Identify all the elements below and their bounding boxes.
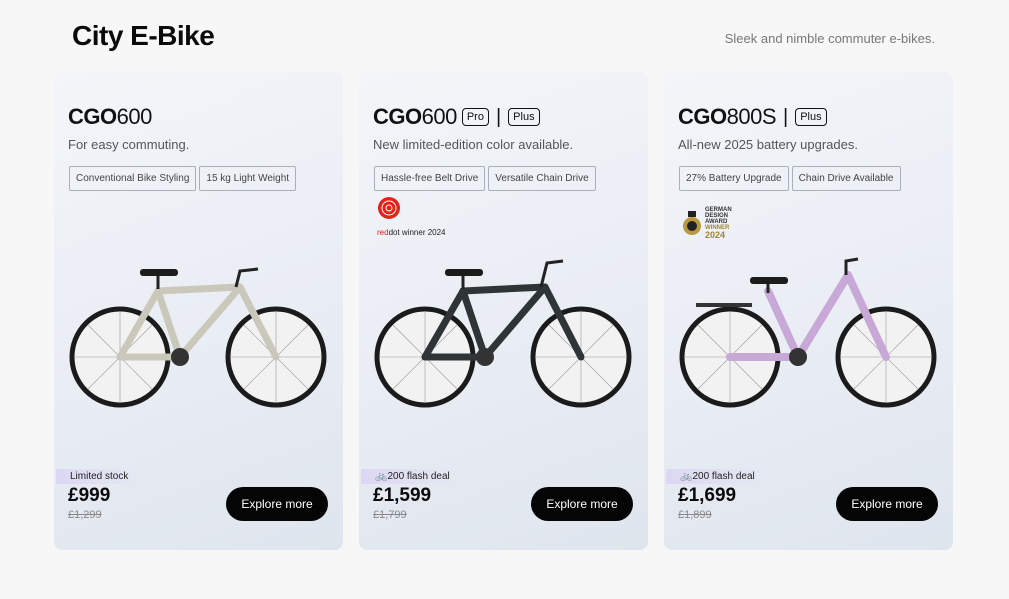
model-number: 800S xyxy=(726,104,777,129)
variant-badge-plus: Plus xyxy=(508,108,540,126)
variant-badge-pro: Pro xyxy=(461,108,489,126)
variant-separator: | xyxy=(783,106,789,128)
product-card-cgo800s-plus[interactable]: CGO 800S | Plus All-new 2025 battery upgr… xyxy=(664,72,953,550)
award-label-red: red xyxy=(377,228,389,237)
promo-badge: Limited stock xyxy=(56,469,141,484)
red-dot-award: reddot winner 2024 xyxy=(377,196,446,237)
model-series: CGO xyxy=(678,104,727,129)
explore-more-button[interactable]: Explore more xyxy=(836,487,938,521)
bike-image[interactable] xyxy=(68,257,330,417)
feature-chips: 27% Battery Upgrade Chain Drive Availabl… xyxy=(679,166,901,191)
red-dot-award-icon xyxy=(378,197,400,219)
model-series: CGO xyxy=(68,104,117,129)
feature-chip: 27% Battery Upgrade xyxy=(679,166,789,191)
page-subtitle: Sleek and nimble commuter e-bikes. xyxy=(724,31,935,46)
tagline: All-new 2025 battery upgrades. xyxy=(678,137,858,152)
model-number: 600 xyxy=(116,104,153,129)
page-title: City E-Bike xyxy=(72,20,215,51)
bike-image[interactable] xyxy=(373,257,635,417)
product-cards: CGO 600 For easy commuting. Conventional … xyxy=(54,72,953,550)
tagline: New limited-edition color available. xyxy=(373,137,574,152)
model-name: CGO 600 Pro | Plus xyxy=(373,104,540,130)
variant-badge-plus: Plus xyxy=(795,108,827,126)
product-card-cgo600-pro-plus[interactable]: CGO 600 Pro | Plus New limited-edition co… xyxy=(359,72,648,550)
feature-chips: Conventional Bike Styling 15 kg Light We… xyxy=(69,166,297,191)
german-design-award-text: GERMAN DESIGN AWARD WINNER 2024 xyxy=(705,207,732,240)
promo-badge: 🚲200 flash deal xyxy=(361,469,462,484)
tagline: For easy commuting. xyxy=(68,137,190,152)
feature-chip: 15 kg Light Weight xyxy=(199,166,297,191)
german-design-award-icon xyxy=(683,210,701,235)
gda-year: 2024 xyxy=(705,230,726,240)
feature-chips: Hassle-free Belt Drive Versatile Chain D… xyxy=(374,166,596,191)
price: £1,599 xyxy=(373,485,432,506)
variant-separator: | xyxy=(495,106,502,128)
award-label-dot: dot xyxy=(388,228,400,237)
price: £1,699 xyxy=(678,485,737,506)
model-series: CGO xyxy=(373,104,422,129)
model-name: CGO 800S | Plus xyxy=(678,104,827,130)
german-design-award: GERMAN DESIGN AWARD WINNER 2024 xyxy=(682,207,732,240)
feature-chip: Chain Drive Available xyxy=(791,166,901,191)
promo-badge: 🚲200 flash deal xyxy=(666,469,767,484)
explore-more-button[interactable]: Explore more xyxy=(531,487,633,521)
price: £999 xyxy=(68,485,111,506)
old-price: £1,299 xyxy=(68,509,102,521)
bike-image[interactable] xyxy=(678,257,940,417)
model-number: 600 xyxy=(421,104,458,129)
product-card-cgo600[interactable]: CGO 600 For easy commuting. Conventional … xyxy=(54,72,343,550)
old-price: £1,899 xyxy=(678,509,712,521)
old-price: £1,799 xyxy=(373,509,407,521)
feature-chip: Conventional Bike Styling xyxy=(69,166,197,191)
award-label: reddot winner 2024 xyxy=(377,228,446,237)
feature-chip: Versatile Chain Drive xyxy=(488,166,596,191)
explore-more-button[interactable]: Explore more xyxy=(226,487,328,521)
feature-chip: Hassle-free Belt Drive xyxy=(374,166,486,191)
model-name: CGO 600 xyxy=(68,104,152,130)
award-label-winner: winner 2024 xyxy=(399,228,446,237)
